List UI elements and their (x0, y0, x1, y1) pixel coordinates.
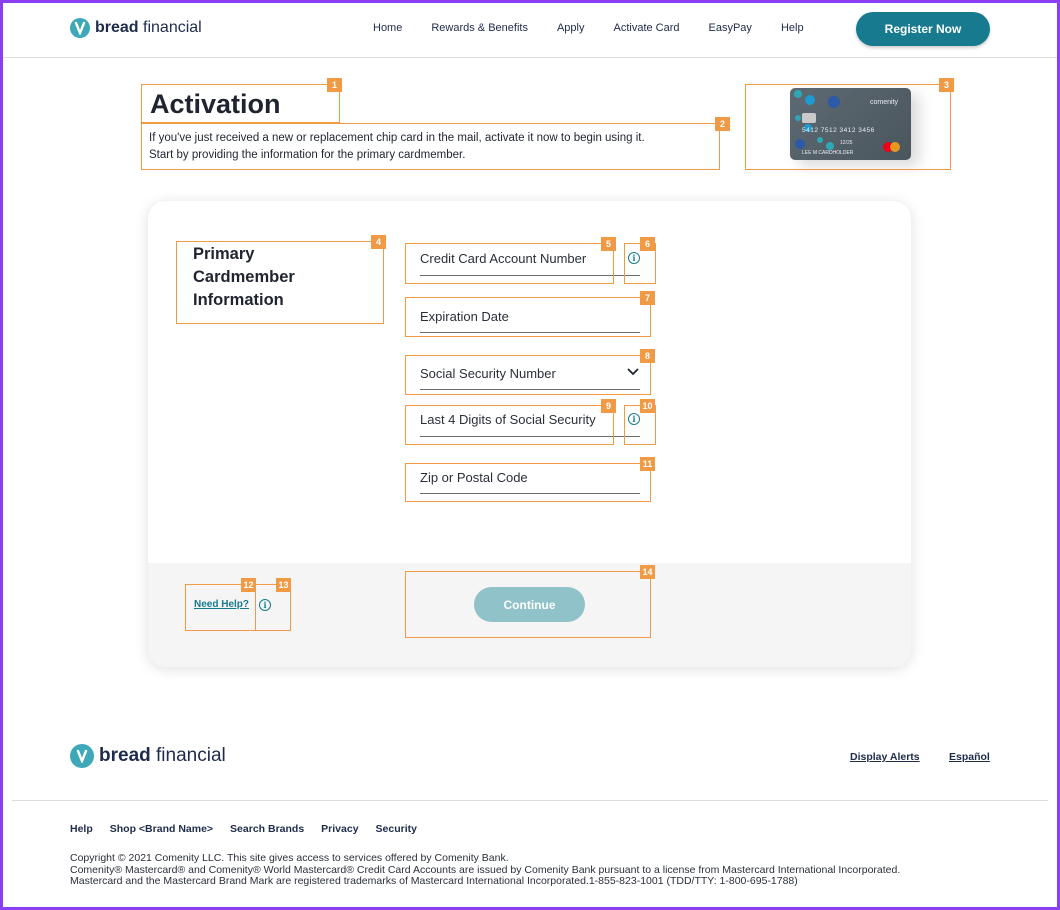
annotation-badge-11: 11 (640, 457, 655, 471)
register-now-button[interactable]: Register Now (856, 12, 990, 46)
footer-link-shop-brand[interactable]: Shop <Brand Name> (110, 823, 213, 835)
annotation-box-11 (405, 463, 651, 502)
display-alerts-link[interactable]: Display Alerts (850, 751, 920, 763)
annotation-badge-12: 12 (241, 578, 256, 592)
annotation-badge-1: 1 (327, 78, 342, 92)
bread-financial-logo[interactable]: bread financial (70, 18, 202, 38)
site-header: bread financial Home Rewards & Benefits … (0, 0, 1060, 58)
nav-activate-card[interactable]: Activate Card (613, 22, 679, 34)
footer-logo-text-light: financial (156, 745, 226, 766)
footer-nav: Help Shop <Brand Name> Search Brands Pri… (70, 823, 434, 835)
annotation-badge-14: 14 (640, 565, 655, 579)
copyright-line-1: Copyright © 2021 Comenity LLC. This site… (70, 852, 509, 864)
nav-easypay[interactable]: EasyPay (709, 22, 752, 34)
footer-link-privacy[interactable]: Privacy (321, 823, 358, 835)
footer-link-help[interactable]: Help (70, 823, 93, 835)
footer-logo-mark-icon (70, 744, 94, 768)
annotation-badge-8: 8 (640, 349, 655, 363)
logo-text-light: financial (143, 19, 202, 36)
annotation-box-3 (745, 84, 951, 170)
annotation-badge-9: 9 (601, 399, 616, 413)
annotation-badge-10: 10 (640, 399, 655, 413)
annotation-box-7 (405, 297, 651, 337)
nav-help[interactable]: Help (781, 22, 804, 34)
nav-apply[interactable]: Apply (557, 22, 585, 34)
logo-text-bold: bread (95, 19, 139, 36)
copyright-text: Copyright © 2021 Comenity LLC. This site… (70, 852, 1000, 888)
annotation-badge-5: 5 (601, 237, 616, 251)
annotation-box-1 (141, 84, 340, 123)
footer-bread-financial-logo[interactable]: bread financial (70, 744, 226, 768)
annotation-badge-2: 2 (715, 117, 730, 131)
annotation-badge-4: 4 (371, 235, 386, 249)
annotation-badge-6: 6 (640, 237, 655, 251)
footer-logo-text-bold: bread (99, 745, 151, 766)
annotation-badge-7: 7 (640, 291, 655, 305)
annotation-box-2 (141, 123, 720, 170)
annotation-badge-3: 3 (939, 78, 954, 92)
annotation-box-8 (405, 355, 651, 395)
annotation-box-14 (405, 571, 651, 638)
main-nav: Home Rewards & Benefits Apply Activate C… (373, 22, 833, 34)
footer-link-search-brands[interactable]: Search Brands (230, 823, 304, 835)
annotation-box-9 (405, 405, 614, 445)
annotation-box-4 (176, 241, 384, 324)
nav-rewards-benefits[interactable]: Rewards & Benefits (431, 22, 528, 34)
copyright-line-3: Mastercard and the Mastercard Brand Mark… (70, 875, 798, 887)
annotation-badge-13: 13 (276, 578, 291, 592)
logo-mark-icon (70, 18, 90, 38)
nav-home[interactable]: Home (373, 22, 402, 34)
footer-link-security[interactable]: Security (376, 823, 417, 835)
footer-divider (12, 800, 1048, 801)
annotation-box-5 (405, 243, 614, 284)
espanol-link[interactable]: Español (949, 751, 990, 763)
